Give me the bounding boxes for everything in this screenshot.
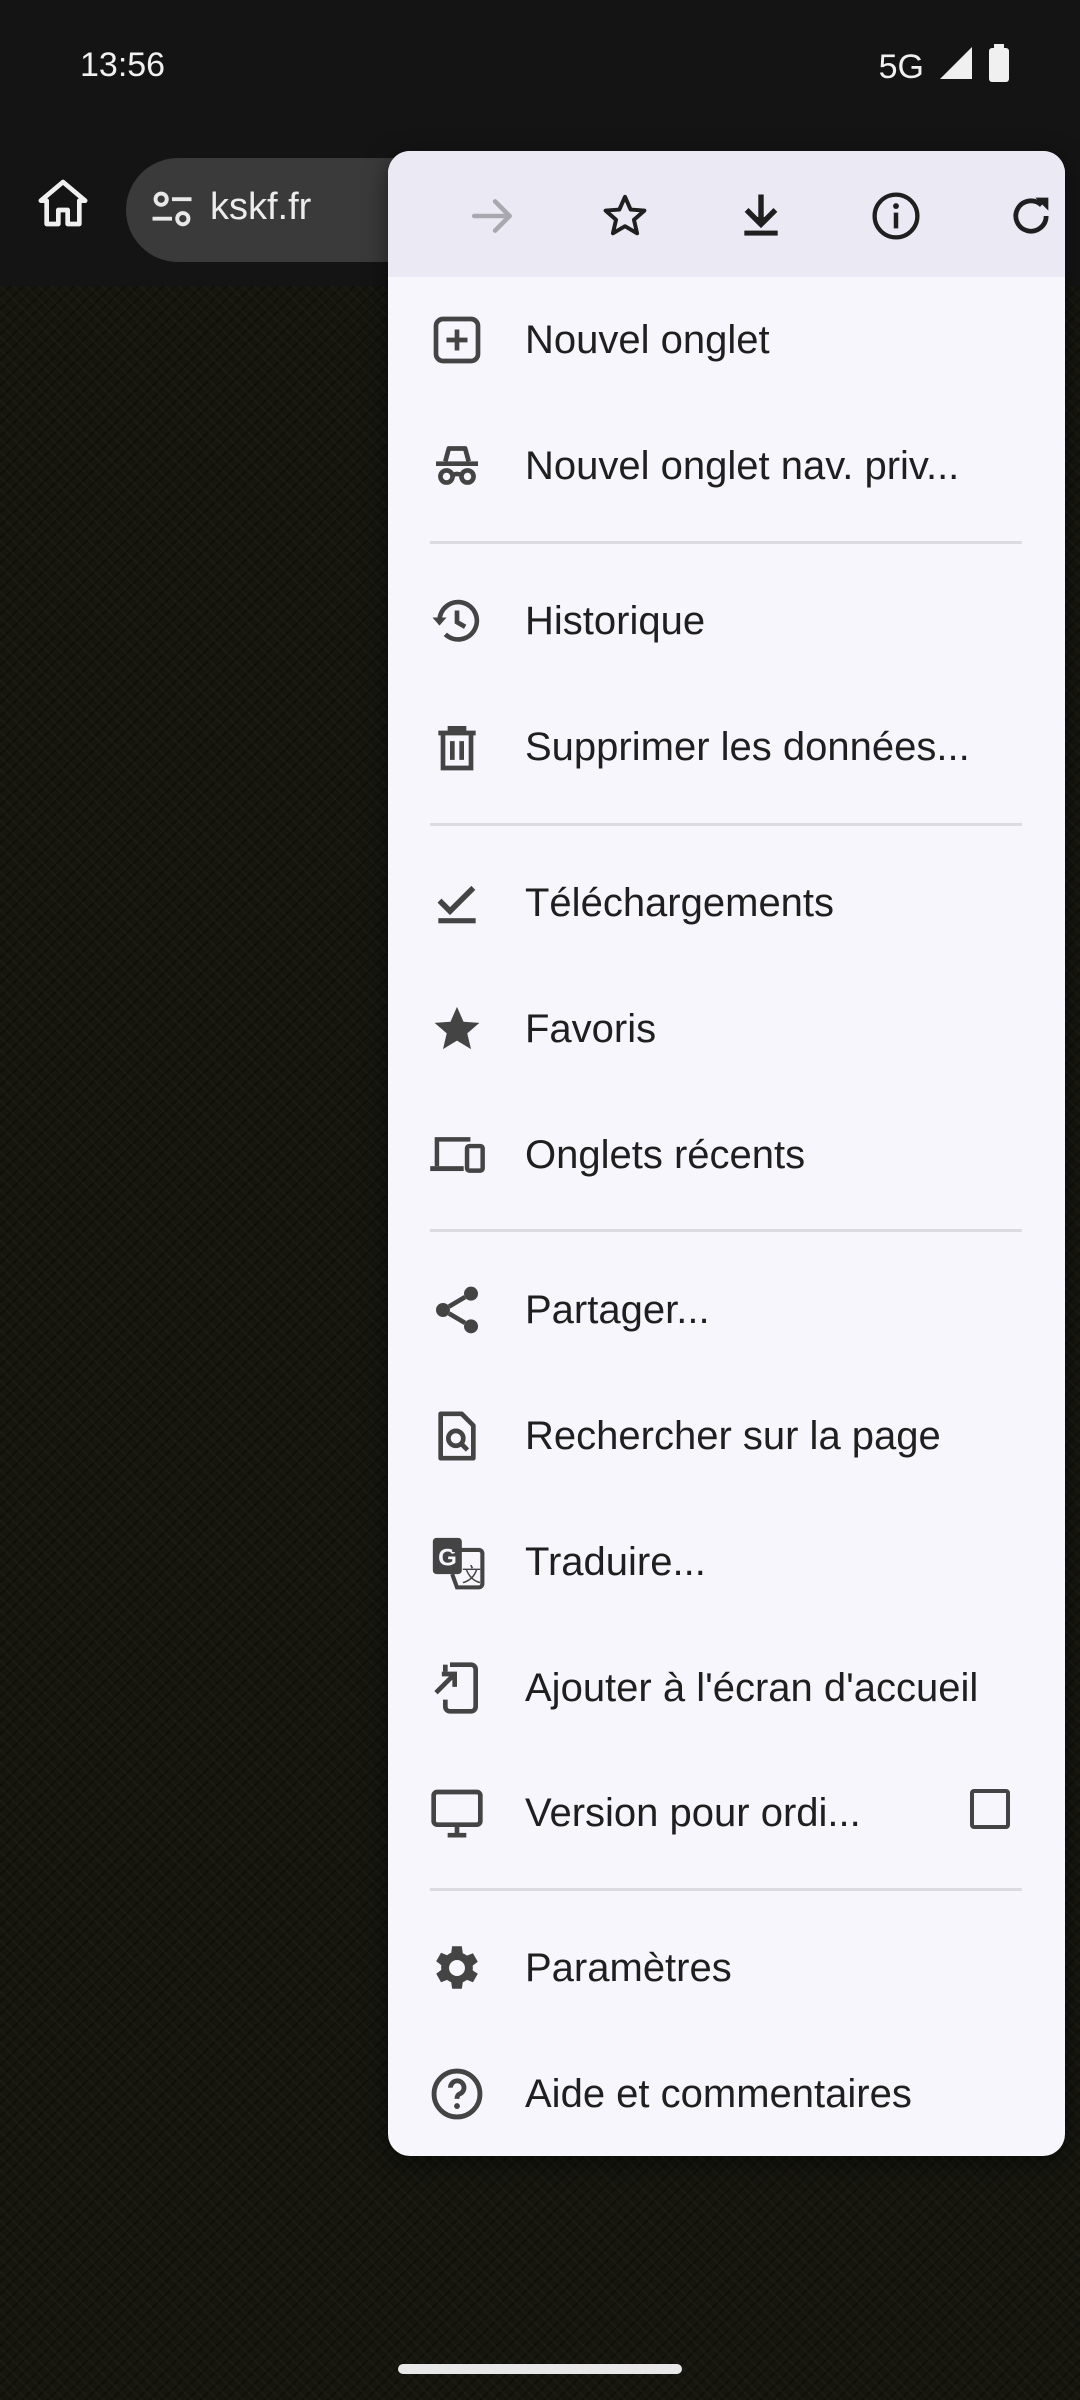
menu-divider	[430, 1888, 1022, 1891]
menu-item-new-incognito-tab[interactable]: Nouvel onglet nav. priv...	[388, 411, 1065, 521]
battery-icon	[988, 44, 1010, 91]
find-in-page-icon	[428, 1407, 486, 1465]
page-info-button[interactable]	[861, 181, 931, 251]
gesture-nav-bar[interactable]	[398, 2364, 682, 2374]
home-button[interactable]	[30, 170, 96, 236]
share-icon	[428, 1281, 486, 1339]
settings-icon	[428, 1939, 486, 1997]
download-button[interactable]	[726, 181, 796, 251]
menu-item-label: Historique	[525, 599, 706, 643]
signal-icon	[938, 45, 974, 90]
trash-icon	[428, 718, 486, 776]
menu-item-downloads[interactable]: Téléchargements	[388, 848, 1065, 958]
menu-item-clear-data[interactable]: Supprimer les données...	[388, 692, 1065, 802]
menu-item-add-to-home[interactable]: Ajouter à l'écran d'accueil	[388, 1633, 1065, 1743]
menu-item-label: Paramètres	[525, 1946, 732, 1990]
menu-item-label: Traduire...	[525, 1540, 706, 1584]
bookmark-button[interactable]	[590, 181, 660, 251]
status-indicators: 5G	[879, 44, 1010, 91]
svg-text:文: 文	[462, 1564, 481, 1586]
menu-item-label: Nouvel onglet	[525, 318, 770, 362]
menu-item-find-in-page[interactable]: Rechercher sur la page	[388, 1381, 1065, 1491]
menu-item-desktop-site[interactable]: Version pour ordi...	[388, 1758, 1065, 1868]
menu-item-label: Partager...	[525, 1288, 710, 1332]
new-tab-icon	[428, 311, 486, 369]
overflow-menu: Nouvel onglet Nouvel onglet nav. priv...…	[388, 151, 1065, 2156]
menu-item-recent-tabs[interactable]: Onglets récents	[388, 1100, 1065, 1210]
menu-item-share[interactable]: Partager...	[388, 1255, 1065, 1365]
menu-item-history[interactable]: Historique	[388, 566, 1065, 676]
menu-item-label: Nouvel onglet nav. priv...	[525, 444, 960, 488]
menu-item-new-tab[interactable]: Nouvel onglet	[388, 285, 1065, 395]
help-icon	[428, 2065, 486, 2123]
menu-item-translate[interactable]: G文 Traduire...	[388, 1507, 1065, 1617]
menu-item-help[interactable]: Aide et commentaires	[388, 2039, 1065, 2149]
menu-item-label: Supprimer les données...	[525, 725, 970, 769]
network-type: 5G	[878, 48, 924, 86]
url-text: kskf.fr	[210, 186, 312, 228]
devices-icon	[428, 1126, 486, 1184]
menu-item-settings[interactable]: Paramètres	[388, 1913, 1065, 2023]
history-icon	[428, 592, 486, 650]
forward-icon	[471, 199, 512, 233]
menu-divider	[430, 541, 1022, 544]
menu-divider	[430, 1229, 1022, 1232]
menu-item-label: Favoris	[525, 1007, 657, 1051]
reload-button[interactable]	[996, 181, 1065, 251]
home-icon	[38, 179, 88, 227]
info-icon	[872, 192, 920, 240]
site-settings-icon[interactable]	[146, 184, 198, 236]
download-icon	[744, 194, 778, 236]
status-time: 13:56	[80, 46, 166, 84]
menu-item-label: Onglets récents	[525, 1133, 806, 1177]
menu-divider	[430, 823, 1022, 826]
menu-item-bookmarks[interactable]: Favoris	[388, 974, 1065, 1084]
menu-item-label: Aide et commentaires	[525, 2072, 912, 2116]
menu-item-label: Rechercher sur la page	[525, 1414, 941, 1458]
status-bar: 13:56 5G	[0, 0, 1080, 140]
star-icon	[428, 1000, 486, 1058]
translate-icon: G文	[428, 1533, 486, 1591]
desktop-site-checkbox[interactable]	[970, 1789, 1010, 1829]
incognito-icon	[428, 437, 486, 495]
menu-item-label: Téléchargements	[525, 881, 835, 925]
menu-action-row	[388, 151, 1065, 277]
add-to-home-icon	[428, 1659, 486, 1717]
downloads-icon	[428, 874, 486, 932]
forward-button[interactable]	[458, 181, 528, 251]
reload-icon	[1013, 197, 1049, 234]
bookmark-star-icon	[603, 194, 647, 236]
desktop-icon	[428, 1784, 486, 1842]
menu-item-label: Version pour ordi...	[525, 1791, 861, 1835]
menu-item-label: Ajouter à l'écran d'accueil	[525, 1666, 979, 1710]
